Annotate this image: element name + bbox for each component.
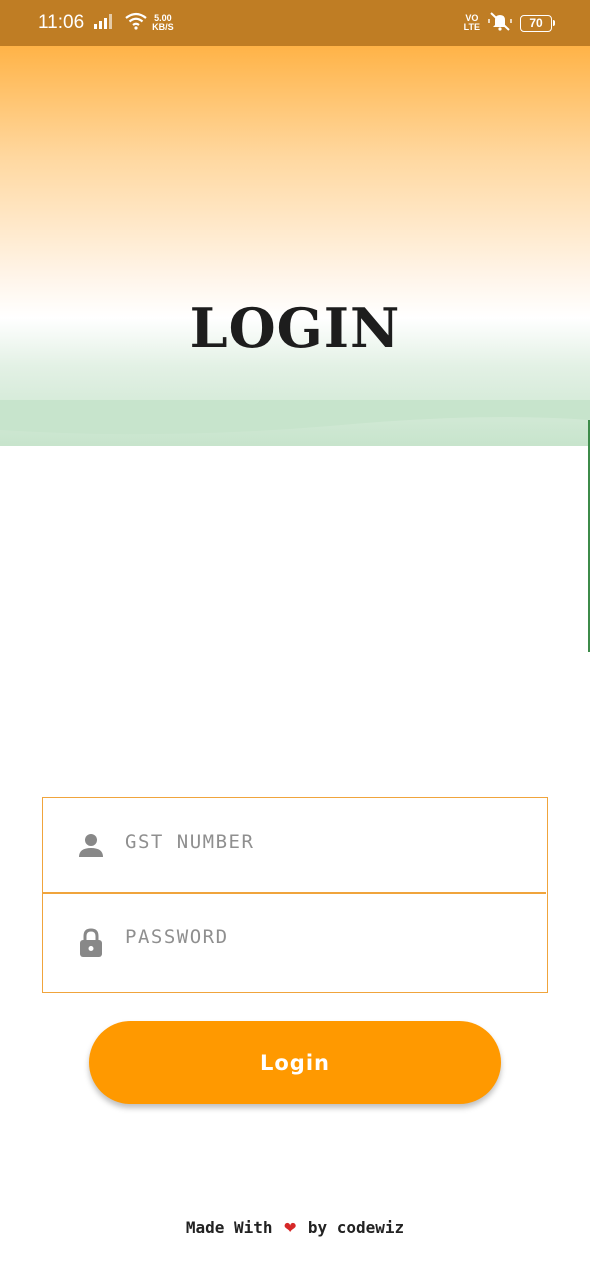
heart-icon: ❤ — [284, 1214, 297, 1238]
login-screen: 11:06 5.00 KB/S VO LTE 70 LOGIN GST NUMB… — [0, 0, 590, 1280]
gst-field — [43, 798, 546, 894]
wifi-icon — [124, 12, 148, 34]
footer-made-with: Made With — [185, 1218, 273, 1237]
person-icon — [76, 830, 106, 860]
mute-vibrate-icon — [488, 11, 512, 35]
battery-level: 70 — [529, 16, 543, 30]
lock-icon — [76, 928, 106, 958]
page-title: LOGIN — [189, 296, 401, 360]
status-right: VO LTE 70 — [464, 11, 555, 35]
gst-number-input[interactable] — [125, 824, 526, 860]
header-gradient — [0, 46, 590, 446]
header-wave — [0, 400, 590, 435]
volte-bottom: LTE — [463, 22, 480, 32]
footer-by: by codewiz — [307, 1218, 405, 1237]
password-input[interactable] — [125, 919, 526, 955]
signal-icon — [94, 13, 116, 33]
status-left: 11:06 5.00 KB/S — [38, 12, 174, 34]
login-button[interactable]: Login — [89, 1021, 501, 1104]
password-field — [43, 895, 546, 991]
footer-credit: Made With ❤ by codewiz — [0, 1214, 590, 1238]
network-speed: 5.00 KB/S — [152, 14, 174, 32]
speed-unit: KB/S — [152, 22, 174, 32]
status-bar: 11:06 5.00 KB/S VO LTE 70 — [0, 0, 590, 46]
volte-indicator: VO LTE — [464, 14, 480, 32]
login-form — [42, 797, 548, 993]
battery-icon: 70 — [520, 14, 555, 32]
status-time: 11:06 — [38, 12, 85, 33]
